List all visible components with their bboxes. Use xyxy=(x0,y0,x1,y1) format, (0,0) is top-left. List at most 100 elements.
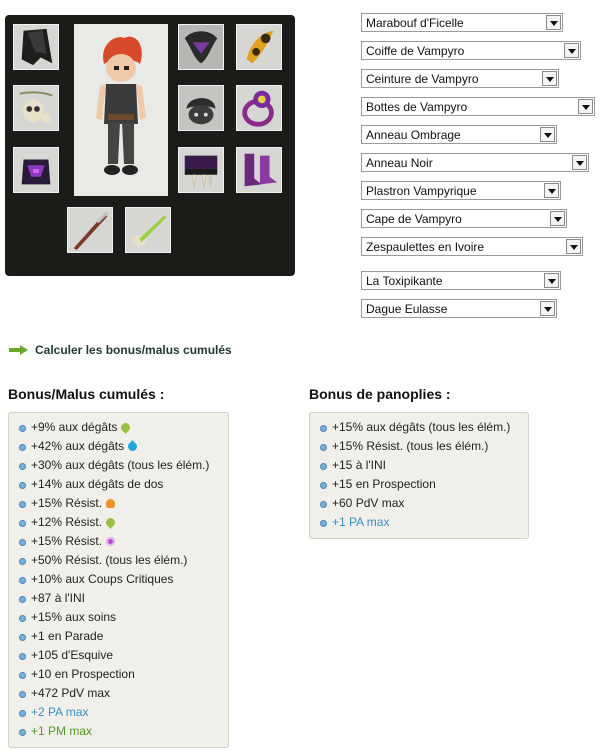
bullet-icon xyxy=(19,577,26,584)
bonus-text: +87 à l'INI xyxy=(31,591,85,605)
bonus-item: +105 d'Esquive xyxy=(9,646,228,665)
bullet-icon xyxy=(19,653,26,660)
equipment-select[interactable]: Anneau Noir xyxy=(361,153,589,172)
bullet-icon xyxy=(19,615,26,622)
select-value: Dague Eulasse xyxy=(366,302,448,316)
chevron-down-icon[interactable] xyxy=(572,155,587,170)
hat-slot[interactable] xyxy=(178,85,224,131)
earth-element-icon xyxy=(104,516,117,529)
select-value: Bottes de Vampyro xyxy=(366,100,468,114)
panoplies-box: +15% aux dégâts (tous les élém.) +15% Rés… xyxy=(309,412,529,539)
bonus-text: +1 PM max xyxy=(31,724,93,738)
bonus-item: +42% aux dégâts xyxy=(9,437,228,456)
belt-icon xyxy=(184,155,218,189)
bullet-icon xyxy=(320,520,327,527)
cumul-list: +9% aux dégâts +42% aux dégâts +30% aux dé… xyxy=(9,413,228,741)
dofus-slot-1[interactable] xyxy=(236,24,282,70)
bonus-text: +15 en Prospection xyxy=(332,477,436,491)
chevron-down-icon[interactable] xyxy=(544,273,559,288)
bullet-icon xyxy=(19,634,26,641)
chevron-down-icon[interactable] xyxy=(546,15,561,30)
boots-slot[interactable] xyxy=(236,147,282,193)
weapon-slot[interactable] xyxy=(67,207,113,253)
select-value: La Toxipikante xyxy=(366,274,443,288)
equipment-select[interactable]: Ceinture de Vampyro xyxy=(361,69,559,88)
bonus-text: +9% aux dégâts xyxy=(31,420,118,434)
select-value: Marabouf d'Ficelle xyxy=(366,16,464,30)
chevron-down-icon[interactable] xyxy=(566,239,581,254)
chevron-down-icon[interactable] xyxy=(540,127,555,142)
ring-slot[interactable] xyxy=(236,85,282,131)
equipment-select[interactable]: Marabouf d'Ficelle xyxy=(361,13,563,32)
bullet-icon xyxy=(19,463,26,470)
equipment-select[interactable]: Plastron Vampyrique xyxy=(361,181,561,200)
bonus-text: +10% aux Coups Critiques xyxy=(31,572,174,586)
bonus-item: +30% aux dégâts (tous les élém.) xyxy=(9,456,228,475)
bonus-text: +42% aux dégâts xyxy=(31,439,125,453)
select-value: Plastron Vampyrique xyxy=(366,184,477,198)
bonus-item: +15 en Prospection xyxy=(310,475,528,494)
calculate-bonus-label: Calculer les bonus/malus cumulés xyxy=(35,343,232,357)
select-value: Anneau Ombrage xyxy=(366,128,461,142)
chevron-down-icon[interactable] xyxy=(578,99,593,114)
chevron-down-icon[interactable] xyxy=(542,71,557,86)
character-avatar-icon xyxy=(96,36,146,175)
ring-icon xyxy=(242,90,274,127)
bonus-text: +2 PA max xyxy=(31,705,89,719)
equipment-select[interactable]: Anneau Ombrage xyxy=(361,125,557,144)
bullet-icon xyxy=(320,463,327,470)
belt-slot[interactable] xyxy=(13,147,59,193)
shield-icon xyxy=(179,25,223,69)
equipment-select[interactable]: Coiffe de Vampyro xyxy=(361,41,581,60)
equipment-select[interactable]: Cape de Vampyro xyxy=(361,209,567,228)
bonus-item: +15 à l'INI xyxy=(310,456,528,475)
cumul-box: +9% aux dégâts +42% aux dégâts +30% aux dé… xyxy=(8,412,229,748)
equipment-select[interactable]: Dague Eulasse xyxy=(361,299,557,318)
bonus-item: +14% aux dégâts de dos xyxy=(9,475,228,494)
select-value: Anneau Noir xyxy=(366,156,433,170)
chevron-down-icon[interactable] xyxy=(564,43,579,58)
horn-icon xyxy=(246,30,274,64)
bonus-item: +2 PA max xyxy=(9,703,228,722)
arrow-right-icon xyxy=(9,345,28,355)
dagger-icon xyxy=(73,211,109,251)
bonus-item: +12% Résist. xyxy=(9,513,228,532)
bullet-icon xyxy=(320,501,327,508)
bullet-icon xyxy=(19,691,26,698)
bullet-icon xyxy=(19,596,26,603)
amulet-slot[interactable] xyxy=(13,85,59,131)
equipment-panel xyxy=(5,15,295,276)
chevron-down-icon[interactable] xyxy=(544,183,559,198)
chevron-down-icon[interactable] xyxy=(540,301,555,316)
bullet-icon xyxy=(19,672,26,679)
calculate-bonus-link[interactable]: Calculer les bonus/malus cumulés xyxy=(9,343,232,357)
panoplies-title: Bonus de panoplies : xyxy=(309,386,451,402)
bullet-icon xyxy=(19,520,26,527)
cumul-title: Bonus/Malus cumulés : xyxy=(8,386,165,402)
needle-icon xyxy=(131,215,167,247)
shield-slot[interactable] xyxy=(178,24,224,70)
cloak-belt-slot[interactable] xyxy=(178,147,224,193)
bonus-text: +15% aux dégâts (tous les élém.) xyxy=(332,420,511,434)
bullet-icon xyxy=(19,710,26,717)
equipment-select[interactable]: Bottes de Vampyro xyxy=(361,97,595,116)
bonus-item: +15% Résist. xyxy=(9,494,228,513)
select-value: Ceinture de Vampyro xyxy=(366,72,479,86)
bullet-icon xyxy=(19,729,26,736)
bonus-text: +10 en Prospection xyxy=(31,667,135,681)
bonus-text: +472 PdV max xyxy=(31,686,111,700)
chevron-down-icon[interactable] xyxy=(550,211,565,226)
bonus-text: +60 PdV max xyxy=(332,496,405,510)
equipment-select[interactable]: Zespaulettes en Ivoire xyxy=(361,237,583,256)
bonus-text: +12% Résist. xyxy=(31,515,103,529)
bonus-item: +1 en Parade xyxy=(9,627,228,646)
belt-icon xyxy=(21,159,51,185)
bonus-item: +9% aux dégâts xyxy=(9,418,228,437)
bonus-item: +472 PdV max xyxy=(9,684,228,703)
hat-icon xyxy=(179,86,223,130)
pet-slot[interactable] xyxy=(125,207,171,253)
cape-slot[interactable] xyxy=(13,24,59,70)
earth-element-icon xyxy=(119,421,133,434)
equipment-select[interactable]: La Toxipikante xyxy=(361,271,561,290)
bonus-item: +15% Résist. (tous les élém.) xyxy=(310,437,528,456)
